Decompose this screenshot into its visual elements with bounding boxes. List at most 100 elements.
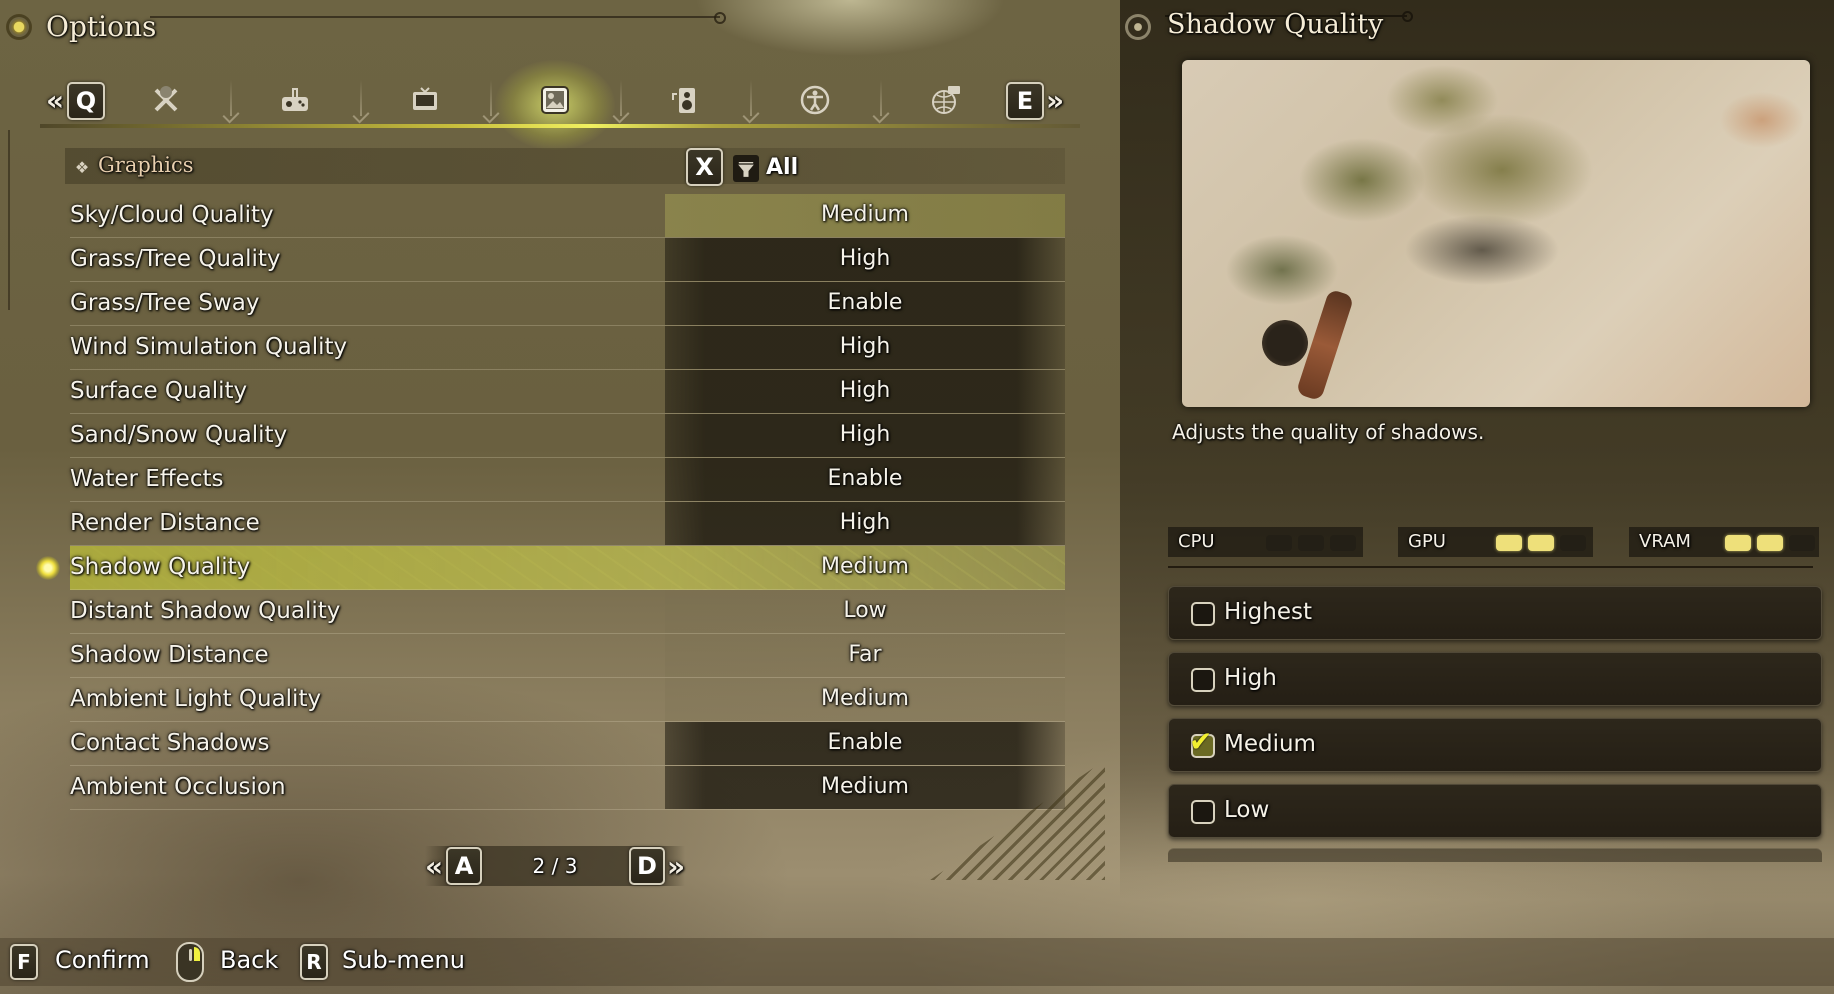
setting-value[interactable]: Low (665, 598, 1065, 623)
setting-row-ambient-occlusion[interactable]: Ambient Occlusion Medium (70, 766, 1065, 810)
wrench-screwdriver-icon (154, 86, 178, 112)
setting-value[interactable]: High (665, 334, 1065, 359)
sun-emblem-icon (6, 14, 32, 40)
confirm-label[interactable]: Confirm (55, 946, 150, 974)
meter-label: VRAM (1639, 531, 1691, 552)
cpu-load-meter: CPU (1168, 527, 1363, 557)
option-highest[interactable]: Highest (1168, 586, 1822, 640)
page-next-chevron-icon: » (667, 850, 685, 883)
option-label: Low (1224, 797, 1270, 823)
checkmark-icon: ✔ (1189, 725, 1213, 758)
filter-funnel-icon[interactable] (733, 155, 759, 182)
setting-value[interactable]: Enable (665, 730, 1065, 755)
setting-value[interactable]: High (665, 378, 1065, 403)
tab-audio[interactable] (665, 80, 705, 120)
mouse-right-click-icon[interactable] (176, 942, 204, 982)
setting-value[interactable]: Medium (665, 686, 1065, 711)
next-page-key-d[interactable]: D (629, 847, 665, 885)
prev-tab-key-q[interactable]: Q (67, 82, 105, 120)
monitor-icon (413, 87, 437, 110)
confirm-key-f[interactable]: F (10, 944, 38, 980)
setting-label: Contact Shadows (70, 730, 270, 756)
back-label[interactable]: Back (220, 946, 278, 974)
setting-row-shadow-distance[interactable]: Shadow Distance Far (70, 634, 1065, 678)
setting-label: Render Distance (70, 510, 260, 536)
load-pip (1266, 535, 1292, 551)
setting-row-ambient-light-quality[interactable]: Ambient Light Quality Medium (70, 678, 1065, 722)
load-pip (1789, 535, 1815, 551)
setting-label: Grass/Tree Quality (70, 246, 281, 272)
checkbox[interactable] (1191, 668, 1215, 692)
setting-row-shadow-quality[interactable]: Shadow Quality Medium (70, 546, 1065, 590)
setting-row-distant-shadow-quality[interactable]: Distant Shadow Quality Low (70, 590, 1065, 634)
meter-label: CPU (1178, 531, 1215, 552)
option-high[interactable]: High (1168, 652, 1822, 706)
setting-label: Water Effects (70, 466, 224, 492)
setting-label: Grass/Tree Sway (70, 290, 260, 316)
setting-label: Sky/Cloud Quality (70, 202, 274, 228)
preview-image (1182, 60, 1810, 407)
setting-value[interactable]: Far (665, 642, 1065, 667)
tab-separator (360, 80, 362, 116)
next-tab-key-e[interactable]: E (1006, 82, 1044, 120)
filter-value[interactable]: All (766, 155, 798, 180)
globe-chat-icon (932, 86, 960, 114)
setting-value[interactable]: Medium (665, 202, 1065, 227)
option-medium[interactable]: Medium ✔ (1168, 718, 1822, 772)
setting-row-water-effects[interactable]: Water Effects Enable (70, 458, 1065, 502)
tab-controls[interactable] (275, 80, 315, 120)
setting-row-sky-cloud-quality[interactable]: Sky/Cloud Quality Medium (70, 194, 1065, 238)
page-indicator: 2 / 3 (532, 854, 578, 878)
speaker-icon (672, 88, 695, 113)
setting-row-grass-tree-sway[interactable]: Grass/Tree Sway Enable (70, 282, 1065, 326)
option-low[interactable]: Low (1168, 784, 1822, 838)
load-pip (1725, 535, 1751, 551)
setting-row-contact-shadows[interactable]: Contact Shadows Enable (70, 722, 1065, 766)
setting-value[interactable]: High (665, 422, 1065, 447)
settings-list: Sky/Cloud Quality Medium Grass/Tree Quali… (70, 194, 1065, 810)
section-header (65, 148, 1065, 184)
tab-separator (230, 80, 232, 116)
setting-value[interactable]: High (665, 510, 1065, 535)
tab-game[interactable] (146, 80, 186, 120)
options-header: Options (0, 0, 1110, 60)
setting-value[interactable]: Medium (665, 554, 1065, 579)
tab-display[interactable] (405, 80, 445, 120)
setting-label: Shadow Distance (70, 642, 269, 668)
divider (1168, 566, 1813, 568)
setting-value[interactable]: Enable (665, 466, 1065, 491)
setting-row-surface-quality[interactable]: Surface Quality High (70, 370, 1065, 414)
prev-page-key-a[interactable]: A (446, 847, 482, 885)
load-pip (1528, 535, 1554, 551)
setting-row-grass-tree-quality[interactable]: Grass/Tree Quality High (70, 238, 1065, 282)
setting-value[interactable]: High (665, 246, 1065, 271)
setting-label: Ambient Occlusion (70, 774, 286, 800)
filter-key-x[interactable]: X (686, 148, 723, 186)
setting-row-sand-snow-quality[interactable]: Sand/Snow Quality High (70, 414, 1065, 458)
vram-load-meter: VRAM (1629, 527, 1819, 557)
load-pip (1757, 535, 1783, 551)
prev-tab-chevron-icon: « (46, 84, 64, 117)
load-pip (1330, 535, 1356, 551)
detail-title: Shadow Quality (1167, 9, 1384, 40)
title-divider (150, 12, 726, 24)
option-label: Highest (1224, 599, 1313, 625)
checkbox[interactable] (1191, 602, 1215, 626)
tab-underline (40, 124, 1080, 128)
setting-label: Shadow Quality (70, 554, 251, 580)
setting-value[interactable]: Medium (665, 774, 1065, 799)
submenu-label[interactable]: Sub-menu (342, 946, 465, 974)
page-prev-chevron-icon: « (425, 850, 443, 883)
checkbox[interactable] (1191, 800, 1215, 824)
setting-row-wind-simulation-quality[interactable]: Wind Simulation Quality High (70, 326, 1065, 370)
tab-separator (490, 80, 492, 116)
tab-accessibility[interactable] (795, 80, 835, 120)
setting-value[interactable]: Enable (665, 290, 1065, 315)
gamepad-icon (282, 88, 308, 111)
tab-network[interactable] (926, 80, 966, 120)
setting-row-render-distance[interactable]: Render Distance High (70, 502, 1065, 546)
setting-label: Ambient Light Quality (70, 686, 322, 712)
load-pip (1560, 535, 1586, 551)
submenu-key-r[interactable]: R (300, 944, 328, 980)
tab-graphics[interactable] (535, 80, 575, 120)
